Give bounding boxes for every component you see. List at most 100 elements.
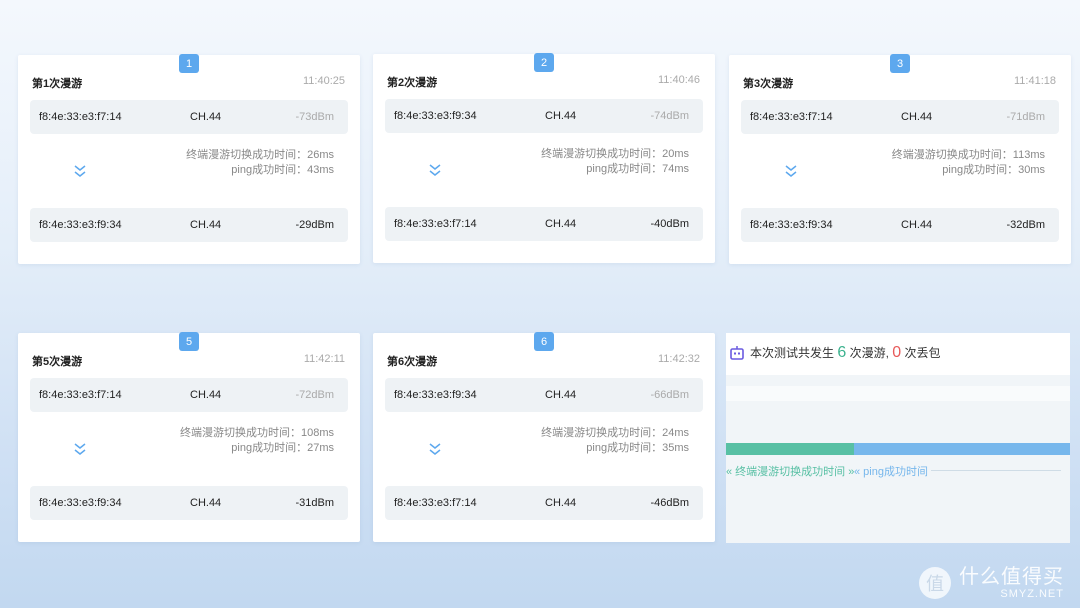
roam-badge: 6 (534, 332, 554, 351)
ping-time: ping成功时间：35ms (586, 442, 689, 454)
roam-metrics: 终端漫游切换成功时间：20ms ping成功时间：74ms (541, 147, 689, 177)
source-ap-row: f8:4e:33:e3:f7:14 CH.44 -72dBm (30, 378, 348, 412)
watermark-text: 什么值得买 SMYZ.NET (959, 566, 1064, 600)
roam-badge: 2 (534, 53, 554, 72)
roam-title: 第2次漫游 (387, 77, 438, 89)
roam-time: 11:42:11 (303, 353, 345, 365)
ap-signal: -66dBm (650, 389, 689, 401)
switch-time: 终端漫游切换成功时间：24ms (541, 427, 689, 439)
roam-time: 11:42:32 (657, 353, 700, 365)
ap-mac: f8:4e:33:e3:f7:14 (394, 497, 477, 509)
ap-mac: f8:4e:33:e3:f7:14 (394, 218, 477, 230)
ping-time: ping成功时间：30ms (942, 164, 1045, 176)
loss-suffix: 次丢包 (904, 346, 941, 360)
ap-signal: -46dBm (650, 497, 689, 509)
roam-badge: 3 (890, 54, 910, 73)
summary-divider (726, 386, 1070, 401)
chevron-down-icon (74, 165, 86, 177)
roam-metrics: 终端漫游切换成功时间：24ms ping成功时间：35ms (541, 426, 689, 456)
ap-mac: f8:4e:33:e3:f7:14 (750, 111, 833, 123)
target-ap-row: f8:4e:33:e3:f7:14 CH.44 -40dBm (385, 207, 703, 241)
chevron-down-icon (429, 443, 441, 455)
ap-channel: CH.44 (901, 219, 933, 231)
ap-channel: CH.44 (190, 497, 222, 509)
ap-channel: CH.44 (901, 111, 933, 123)
ap-mac: f8:4e:33:e3:f9:34 (394, 110, 477, 122)
switch-time: 终端漫游切换成功时间：26ms (186, 149, 334, 161)
ap-signal: -74dBm (650, 110, 689, 122)
target-ap-row: f8:4e:33:e3:f9:34 CH.44 -29dBm (30, 208, 348, 242)
roam-suffix: 次漫游, (849, 346, 889, 360)
source-ap-row: f8:4e:33:e3:f7:14 CH.44 -73dBm (30, 100, 348, 134)
target-ap-row: f8:4e:33:e3:f7:14 CH.44 -46dBm (385, 486, 703, 520)
ap-channel: CH.44 (545, 389, 577, 401)
roam-time: 11:40:46 (657, 74, 700, 86)
watermark-en: SMYZ.NET (1000, 588, 1064, 600)
ping-time: ping成功时间：27ms (231, 442, 334, 454)
chevron-down-icon (785, 165, 797, 177)
robot-icon (730, 346, 744, 360)
roam-card-1: 1 第1次漫游 11:40:25 f8:4e:33:e3:f7:14 CH.44… (18, 54, 360, 264)
roam-card-2: 2 第2次漫游 11:40:46 f8:4e:33:e3:f9:34 CH.44… (373, 53, 715, 263)
chevron-down-icon (429, 164, 441, 176)
ping-time: ping成功时间：43ms (231, 164, 334, 176)
roam-time: 11:40:25 (302, 75, 345, 87)
source-ap-row: f8:4e:33:e3:f9:34 CH.44 -66dBm (385, 378, 703, 412)
ping-time-bar (854, 443, 1070, 455)
ap-channel: CH.44 (190, 389, 222, 401)
loss-count: 0 (892, 344, 902, 361)
roam-card-6: 6 第6次漫游 11:42:32 f8:4e:33:e3:f9:34 CH.44… (373, 332, 715, 542)
ap-mac: f8:4e:33:e3:f9:34 (39, 497, 122, 509)
ap-channel: CH.44 (545, 218, 577, 230)
roam-title: 第3次漫游 (743, 78, 794, 90)
ap-channel: CH.44 (190, 219, 222, 231)
legend-ping-time: « ping成功时间 (854, 466, 928, 478)
roam-title: 第6次漫游 (387, 356, 438, 368)
ap-channel: CH.44 (190, 111, 222, 123)
roam-title: 第1次漫游 (32, 78, 83, 90)
watermark: 值 什么值得买 SMYZ.NET (919, 566, 1064, 600)
switch-time-bar (726, 443, 854, 455)
ap-signal: -31dBm (295, 497, 334, 509)
switch-time: 终端漫游切换成功时间：20ms (541, 148, 689, 160)
ap-mac: f8:4e:33:e3:f9:34 (39, 219, 122, 231)
watermark-cn: 什么值得买 (959, 566, 1064, 588)
switch-time: 终端漫游切换成功时间：113ms (891, 149, 1045, 161)
ap-signal: -71dBm (1006, 111, 1045, 123)
ap-channel: CH.44 (545, 110, 577, 122)
roam-badge: 1 (179, 54, 199, 73)
ap-signal: -73dBm (295, 111, 334, 123)
ping-time: ping成功时间：74ms (586, 163, 689, 175)
summary-panel: 本次测试共发生 6 次漫游, 0 次丢包 « 终端漫游切换成功时间 » « pi… (726, 333, 1070, 543)
ap-mac: f8:4e:33:e3:f7:14 (39, 389, 122, 401)
roam-metrics: 终端漫游切换成功时间：26ms ping成功时间：43ms (186, 148, 334, 178)
ap-signal: -72dBm (295, 389, 334, 401)
source-ap-row: f8:4e:33:e3:f9:34 CH.44 -74dBm (385, 99, 703, 133)
target-ap-row: f8:4e:33:e3:f9:34 CH.44 -32dBm (741, 208, 1059, 242)
roam-card-5: 5 第5次漫游 11:42:11 f8:4e:33:e3:f7:14 CH.44… (18, 332, 360, 542)
source-ap-row: f8:4e:33:e3:f7:14 CH.44 -71dBm (741, 100, 1059, 134)
ap-mac: f8:4e:33:e3:f7:14 (39, 111, 122, 123)
roam-metrics: 终端漫游切换成功时间：108ms ping成功时间：27ms (180, 426, 334, 456)
switch-time: 终端漫游切换成功时间：108ms (179, 427, 334, 439)
summary-header: 本次测试共发生 6 次漫游, 0 次丢包 (726, 333, 1070, 375)
roam-metrics: 终端漫游切换成功时间：113ms ping成功时间：30ms (892, 148, 1045, 178)
ap-signal: -29dBm (295, 219, 334, 231)
summary-prefix: 本次测试共发生 (750, 346, 835, 360)
watermark-logo-icon: 值 (919, 567, 951, 599)
ap-mac: f8:4e:33:e3:f9:34 (394, 389, 477, 401)
target-ap-row: f8:4e:33:e3:f9:34 CH.44 -31dBm (30, 486, 348, 520)
legend-line (931, 470, 1061, 471)
roam-badge: 5 (179, 332, 199, 351)
ap-channel: CH.44 (545, 497, 577, 509)
roam-title: 第5次漫游 (32, 356, 83, 368)
chevron-down-icon (74, 443, 86, 455)
ap-signal: -40dBm (650, 218, 689, 230)
roam-time: 11:41:18 (1013, 75, 1056, 87)
summary-text: 本次测试共发生 6 次漫游, 0 次丢包 (750, 344, 941, 362)
ap-mac: f8:4e:33:e3:f9:34 (750, 219, 833, 231)
legend-switch-time: « 终端漫游切换成功时间 » (726, 466, 855, 478)
ap-signal: -32dBm (1006, 219, 1045, 231)
roam-count: 6 (837, 344, 847, 361)
roam-card-3: 3 第3次漫游 11:41:18 f8:4e:33:e3:f7:14 CH.44… (729, 54, 1071, 264)
